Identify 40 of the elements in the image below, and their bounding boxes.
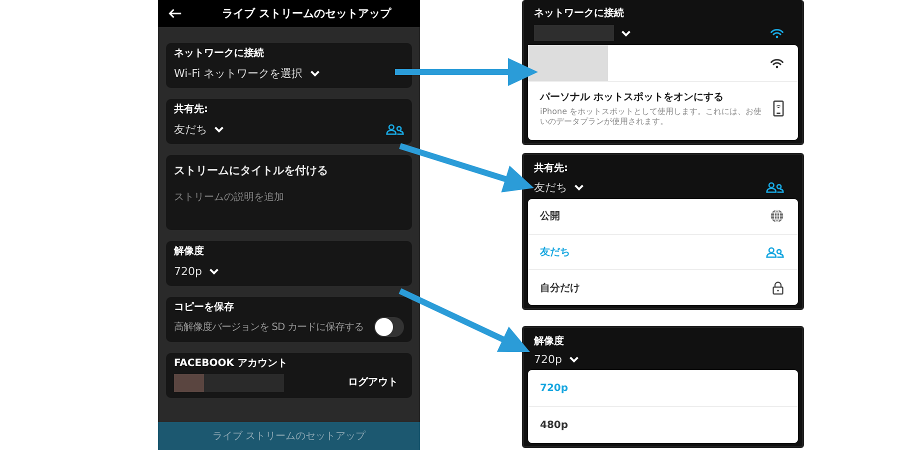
dropdown[interactable]: 720p: [534, 353, 579, 366]
option-description: iPhone をホットスポットとして使用します。これには、お使いのデータプランが使用されます。: [540, 106, 763, 126]
panel-label: 解像度: [534, 334, 564, 348]
logout-button[interactable]: ログアウト: [348, 377, 404, 389]
friends-icon: [766, 182, 784, 193]
phone-icon: [773, 100, 784, 116]
chevron-icon: [574, 184, 584, 191]
card-label: 共有先:: [174, 104, 208, 116]
friends-icon: [386, 124, 404, 134]
screen-title: ライブ ストリームのセットアップ: [222, 6, 391, 21]
dropdown[interactable]: 友だち: [534, 180, 584, 195]
panel-label: 共有先:: [534, 162, 568, 175]
back-icon[interactable]: [168, 8, 182, 19]
card-label: ネットワークに接続: [174, 48, 264, 60]
wifi-icon: [770, 28, 784, 38]
globe-icon: [770, 209, 784, 224]
friends-icon: [766, 246, 784, 258]
chevron-icon: [568, 356, 579, 363]
menu-item[interactable]: 公開: [528, 199, 798, 235]
chevron-icon: [310, 70, 320, 76]
chevron-icon: [208, 268, 219, 274]
panel-label: ネットワークに接続: [534, 6, 624, 20]
option-title: パーソナル ホットスポットをオンにする: [540, 90, 724, 104]
lock-icon: [772, 280, 784, 295]
menu-item[interactable]: 480p: [528, 407, 798, 443]
card-label: コピーを保存: [174, 302, 234, 314]
card-label: 解像度: [174, 246, 204, 258]
description-field[interactable]: ストリームの説明を追加: [174, 192, 324, 203]
chevron-icon: [621, 30, 631, 36]
wifi-icon: [770, 58, 784, 68]
menu-item[interactable]: パーソナル ホットスポットをオンにする iPhone をホットスポットとして使用します。これには、お使いのデータプランが使用されます。: [528, 82, 798, 134]
chevron-icon: [214, 126, 224, 132]
dropdown[interactable]: 720p: [174, 264, 219, 278]
dropdown[interactable]: 友だち: [174, 122, 224, 136]
toggle-switch[interactable]: [374, 317, 404, 337]
toggle-text: 高解像度バージョンを SD カードに保存する: [174, 320, 364, 334]
title-field[interactable]: ストリームにタイトルを付ける: [174, 163, 328, 178]
card-label: FACEBOOK アカウント: [174, 358, 288, 370]
menu-item[interactable]: 自分だけ: [528, 270, 798, 306]
dropdown[interactable]: Wi-Fi ネットワークを選択: [174, 66, 320, 80]
